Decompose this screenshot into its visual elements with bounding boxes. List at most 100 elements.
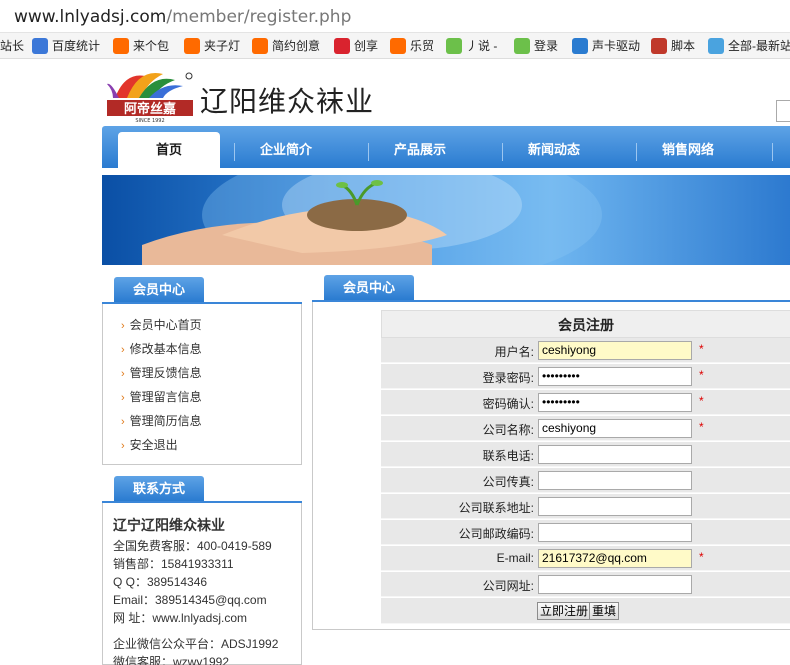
form-title: 会员注册 xyxy=(381,310,790,338)
bookmark-label: 简约创意 xyxy=(272,39,321,53)
text-field[interactable]: ••••••••• xyxy=(538,367,692,386)
bookmark-label: 乐贸 xyxy=(410,39,435,53)
text-field[interactable] xyxy=(538,575,692,594)
bookmark-label: 声卡驱动 xyxy=(592,39,641,53)
required-mark: * xyxy=(699,550,704,564)
taobao-icon xyxy=(390,37,406,54)
sidebar-link[interactable]: › 安全退出 xyxy=(121,436,178,453)
required-mark: * xyxy=(699,342,704,356)
bookmark-label: 全部-最新站 xyxy=(728,39,790,53)
member-center-title: 会员中心 xyxy=(114,277,204,302)
say-icon xyxy=(514,37,530,54)
field-label: 公司网址: xyxy=(482,579,534,593)
chevron-right-icon: › xyxy=(121,440,125,452)
search-input[interactable] xyxy=(776,100,790,122)
main-nav: 首页 企业简介 产品展示 新闻动态 销售网络 xyxy=(102,126,790,168)
svg-text:SINCE 1992: SINCE 1992 xyxy=(135,118,164,124)
reset-button[interactable]: 重填 xyxy=(589,602,620,620)
form-row: 公司邮政编码: xyxy=(381,520,790,545)
form-row: 联系电话: xyxy=(381,442,790,467)
field-label: 登录密码: xyxy=(482,371,534,385)
nav-divider xyxy=(772,143,773,161)
form-row: E-mail: 21617372@qq.com * xyxy=(381,546,790,571)
bookmark-item[interactable]: 声卡驱动 xyxy=(572,37,640,54)
taobao-icon xyxy=(113,37,129,54)
sidebar-link-label: 安全退出 xyxy=(129,438,178,452)
contact-title: 联系方式 xyxy=(114,476,204,501)
site-title: 辽阳维众袜业 xyxy=(200,85,375,118)
bookmark-item[interactable]: 创享 xyxy=(334,37,378,54)
sidebar-link[interactable]: › 会员中心首页 xyxy=(121,316,202,333)
contact-line: Email：389514345@qq.com xyxy=(113,593,267,607)
taobao-icon xyxy=(184,37,200,54)
sidebar-link[interactable]: › 修改基本信息 xyxy=(121,340,202,357)
required-mark: * xyxy=(699,420,704,434)
nine-icon xyxy=(708,37,724,54)
form-row: 公司传真: xyxy=(381,468,790,493)
chevron-right-icon: › xyxy=(121,392,125,404)
svg-text:阿帝丝嘉: 阿帝丝嘉 xyxy=(124,101,176,117)
text-field[interactable] xyxy=(538,471,692,490)
text-field[interactable]: 21617372@qq.com xyxy=(538,549,692,568)
bookmark-item[interactable]: 丿说 - xyxy=(446,37,497,54)
form-row: 密码确认: ••••••••• * xyxy=(381,390,790,415)
bookmark-item[interactable]: 脚本 xyxy=(651,37,695,54)
banner-image xyxy=(102,175,790,265)
field-label: 公司邮政编码: xyxy=(458,527,534,541)
text-field[interactable]: ceshiyong xyxy=(538,419,692,438)
text-field[interactable] xyxy=(538,497,692,516)
site-logo[interactable]: 阿帝丝嘉 SINCE 1992 xyxy=(105,68,197,124)
text-field[interactable]: ceshiyong xyxy=(538,341,692,360)
nav-item[interactable]: 产品展示 xyxy=(370,132,470,168)
contact-line: Q Q：389514346 xyxy=(113,575,208,589)
taobao-icon xyxy=(252,37,268,54)
nav-item[interactable]: 企业简介 xyxy=(236,132,336,168)
form-row: 公司网址: xyxy=(381,572,790,597)
sidebar-link-label: 管理留言信息 xyxy=(129,390,202,404)
bookmark-label: 脚本 xyxy=(671,39,696,53)
bookmark-item[interactable]: 简约创意 xyxy=(252,37,320,54)
chevron-right-icon: › xyxy=(121,320,125,332)
form-row: 公司名称: ceshiyong * xyxy=(381,416,790,441)
text-field[interactable]: ••••••••• xyxy=(538,393,692,412)
url-text[interactable]: www.lnlyadsj.com/member/register.php xyxy=(14,7,351,27)
bookmark-item[interactable]: 百度统计 xyxy=(32,37,100,54)
sidebar-link[interactable]: › 管理反馈信息 xyxy=(121,364,202,381)
bookmark-item[interactable]: 站长 xyxy=(0,37,24,54)
nav-divider xyxy=(502,143,503,161)
address-bar[interactable]: www.lnlyadsj.com/member/register.php xyxy=(0,0,790,33)
bookmark-label: 创享 xyxy=(354,39,379,53)
text-field[interactable] xyxy=(538,523,692,542)
required-mark: * xyxy=(699,368,704,382)
panel-title: 会员中心 xyxy=(324,275,414,300)
bookmark-item[interactable]: 乐贸 xyxy=(390,37,434,54)
nav-item[interactable]: 销售网络 xyxy=(638,132,738,168)
sidebar-link[interactable]: › 管理留言信息 xyxy=(121,388,202,405)
bookmark-label: 夹子灯 xyxy=(204,39,241,53)
bookmark-label: 百度统计 xyxy=(52,39,101,53)
required-mark: * xyxy=(699,394,704,408)
nav-item[interactable]: 首页 xyxy=(118,132,220,168)
b-icon xyxy=(651,37,667,54)
nav-item[interactable]: 新闻动态 xyxy=(504,132,604,168)
field-label: 公司传真: xyxy=(482,475,534,489)
contact-line: 销售部：15841933311 xyxy=(113,557,234,571)
contact-header: 联系方式 xyxy=(102,476,302,504)
bookmark-item[interactable]: 来个包 xyxy=(113,37,169,54)
chevron-right-icon: › xyxy=(121,344,125,356)
bookmark-item[interactable]: 全部-最新站 xyxy=(708,37,790,54)
contact-line: 微信客服：wzwy1992 xyxy=(113,655,230,665)
field-label: 密码确认: xyxy=(482,397,534,411)
sidebar-link[interactable]: › 管理简历信息 xyxy=(121,412,202,429)
field-label: 公司名称: xyxy=(482,423,534,437)
form-row: 公司联系地址: xyxy=(381,494,790,519)
contact-line: 全国免费客服：400-0419-589 xyxy=(113,539,272,553)
submit-button[interactable]: 立即注册 xyxy=(537,602,592,620)
t-icon xyxy=(334,37,350,54)
chart-icon xyxy=(32,37,48,54)
bookmark-item[interactable]: 夹子灯 xyxy=(184,37,240,54)
text-field[interactable] xyxy=(538,445,692,464)
contact-company: 辽宁辽阳维众袜业 xyxy=(113,517,225,533)
contact-box: 辽宁辽阳维众袜业 全国免费客服：400-0419-589 销售部：15841933… xyxy=(102,503,302,665)
bookmark-item[interactable]: 登录 xyxy=(514,37,558,54)
